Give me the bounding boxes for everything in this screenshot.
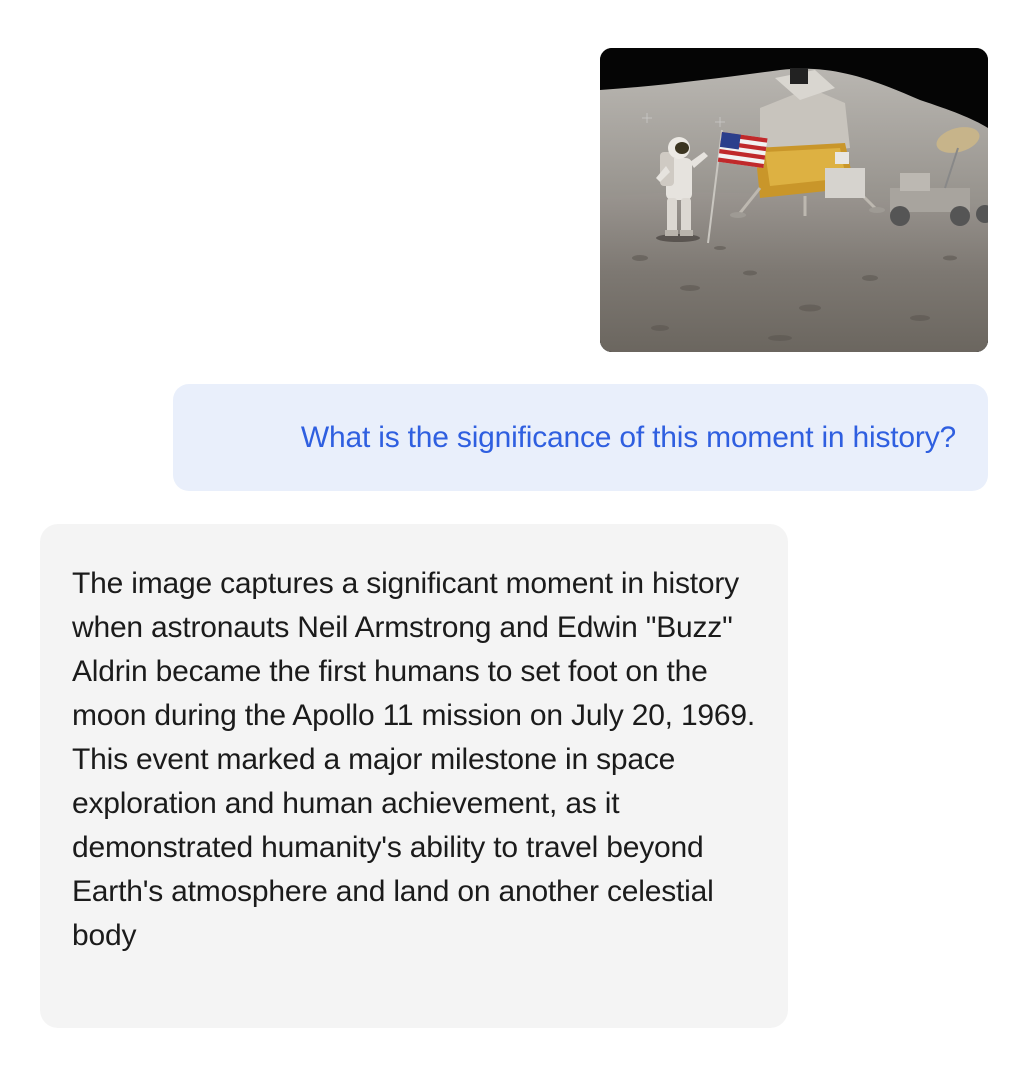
user-attached-image[interactable] [600,48,988,352]
user-message-bubble: What is the significance of this moment … [173,384,988,491]
assistant-message-text: The image captures a significant moment … [72,567,756,952]
assistant-message-bubble: The image captures a significant moment … [40,524,788,1028]
user-message-text: What is the significance of this moment … [300,420,956,454]
moon-landing-photo [600,48,988,352]
chat-thread: What is the significance of this moment … [0,0,1028,1077]
